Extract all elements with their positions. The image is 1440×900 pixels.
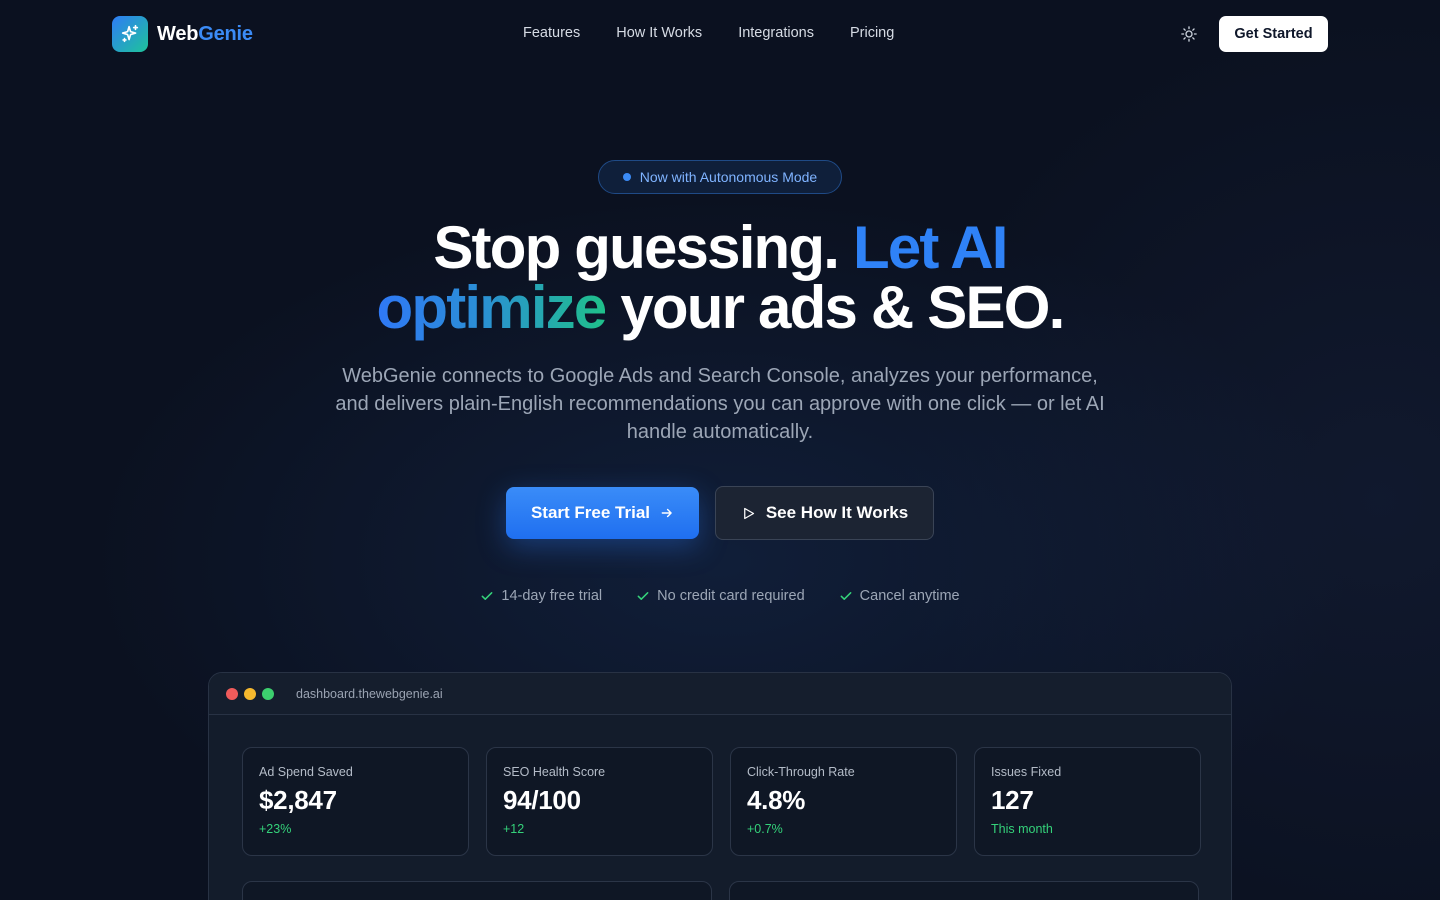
window-close-dot bbox=[226, 687, 238, 700]
see-how-it-works-label: See How It Works bbox=[765, 503, 909, 522]
nav-link-how-it-works[interactable]: How It Works bbox=[616, 25, 702, 41]
nav-link-integrations[interactable]: Integrations bbox=[738, 25, 814, 41]
stat-change: +12 bbox=[503, 822, 525, 836]
check-icon bbox=[840, 592, 852, 600]
hero-subtext: WebGenie connects to Google Ads and Sear… bbox=[335, 365, 1105, 443]
preview-panel-left bbox=[242, 881, 712, 900]
nav-link-pricing[interactable]: Pricing bbox=[850, 25, 894, 41]
dashboard-preview-window: dashboard.thewebgenie.ai Ad Spend Saved … bbox=[208, 672, 1232, 900]
sparkles-icon bbox=[112, 16, 148, 52]
nav-links: Features How It Works Integrations Prici… bbox=[523, 25, 894, 41]
stat-value: 127 bbox=[991, 785, 1034, 815]
sun-icon bbox=[1181, 26, 1197, 42]
perk-label: 14-day free trial bbox=[501, 588, 603, 604]
perk-item: Cancel anytime bbox=[839, 588, 960, 604]
stat-change: +23% bbox=[259, 822, 292, 836]
nav-link-features[interactable]: Features bbox=[523, 25, 580, 41]
window-minimize-dot bbox=[244, 687, 256, 700]
stat-change: +0.7% bbox=[747, 822, 783, 836]
get-started-button[interactable]: Get Started bbox=[1219, 16, 1328, 52]
window-maximize-dot bbox=[262, 687, 274, 700]
start-free-trial-button[interactable]: Start Free Trial bbox=[506, 487, 699, 539]
check-icon bbox=[637, 592, 649, 600]
headline-part2: your ads & SEO. bbox=[605, 274, 1065, 341]
stat-card-issues-fixed: Issues Fixed 127 This month bbox=[974, 747, 1201, 856]
brand-logo-link[interactable]: WebGenie bbox=[112, 16, 253, 52]
stat-label: Ad Spend Saved bbox=[259, 765, 353, 779]
stat-value: 4.8% bbox=[747, 785, 806, 815]
headline-highlight-2: optimize bbox=[376, 274, 608, 341]
badge-dot bbox=[622, 173, 631, 181]
stat-label: SEO Health Score bbox=[503, 765, 606, 779]
headline-highlight-1: Let AI bbox=[853, 214, 1008, 281]
check-icon bbox=[481, 592, 493, 600]
stat-value: $2,847 bbox=[259, 785, 337, 815]
perk-item: No credit card required bbox=[636, 588, 805, 604]
stat-label: Click-Through Rate bbox=[747, 765, 855, 779]
stat-cards: Ad Spend Saved $2,847 +23% SEO Health Sc… bbox=[242, 747, 1201, 856]
start-free-trial-label: Start Free Trial bbox=[530, 503, 651, 522]
stat-card-ad-spend-saved: Ad Spend Saved $2,847 +23% bbox=[242, 747, 469, 856]
preview-panels bbox=[242, 881, 1199, 900]
announcement-badge: Now with Autonomous Mode bbox=[598, 160, 842, 194]
brand-name: WebGenie bbox=[157, 23, 253, 46]
trial-perks: 14-day free trial No credit card require… bbox=[0, 588, 1440, 604]
arrow-right-icon bbox=[661, 508, 672, 518]
badge-text: Now with Autonomous Mode bbox=[639, 169, 818, 185]
brand-name-part1: Web bbox=[157, 22, 199, 45]
stat-card-seo-health-score: SEO Health Score 94/100 +12 bbox=[486, 747, 713, 856]
stat-label: Issues Fixed bbox=[991, 765, 1062, 779]
top-navigation: WebGenie Features How It Works Integrati… bbox=[0, 0, 1440, 68]
stat-card-click-through-rate: Click-Through Rate 4.8% +0.7% bbox=[730, 747, 957, 856]
perk-label: Cancel anytime bbox=[859, 588, 960, 604]
theme-toggle-button[interactable] bbox=[1177, 22, 1201, 46]
preview-window-bar: dashboard.thewebgenie.ai bbox=[209, 673, 1231, 715]
stat-change: This month bbox=[991, 822, 1053, 836]
see-how-it-works-button[interactable]: See How It Works bbox=[715, 486, 934, 540]
stat-value: 94/100 bbox=[503, 785, 581, 815]
hero-headline: Stop guessing. Let AI optimize your ads … bbox=[0, 218, 1440, 338]
headline-part1: Stop guessing. bbox=[433, 214, 854, 281]
perk-item: 14-day free trial bbox=[480, 588, 602, 604]
perk-label: No credit card required bbox=[657, 588, 805, 604]
brand-name-part2: Genie bbox=[198, 22, 253, 45]
preview-panel-right bbox=[729, 881, 1199, 900]
play-icon bbox=[743, 507, 754, 519]
preview-url: dashboard.thewebgenie.ai bbox=[296, 686, 443, 701]
